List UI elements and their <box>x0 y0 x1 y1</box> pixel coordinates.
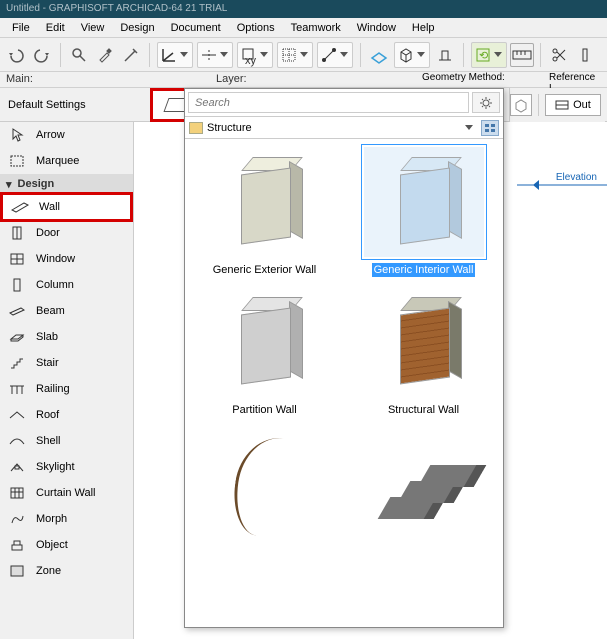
dimension-dropdown[interactable]: xy <box>237 42 273 68</box>
column-icon <box>8 278 26 292</box>
menu-document[interactable]: Document <box>163 20 229 36</box>
curtain-wall-icon <box>8 486 26 500</box>
cube-dropdown[interactable] <box>394 42 430 68</box>
tool-stair[interactable]: Stair <box>0 350 133 376</box>
favorites-grid: Generic Exterior Wall Generic Interior W… <box>185 139 503 627</box>
favorites-settings-button[interactable] <box>472 92 500 113</box>
syringe-icon[interactable] <box>119 43 143 67</box>
folder-name: Structure <box>207 122 461 134</box>
menu-window[interactable]: Window <box>349 20 404 36</box>
tool-roof[interactable]: Roof <box>0 402 133 428</box>
tool-object[interactable]: Object <box>0 532 133 558</box>
ruler-icon[interactable] <box>510 43 534 67</box>
tool-curtain-wall[interactable]: Curtain Wall <box>0 480 133 506</box>
plane-icon[interactable] <box>367 43 391 67</box>
scissors-icon[interactable] <box>547 43 571 67</box>
folder-icon <box>189 122 203 134</box>
menu-design[interactable]: Design <box>112 20 162 36</box>
zone-icon <box>8 564 26 578</box>
label-geometry: Geometry Method: <box>422 72 505 83</box>
favorites-folder-dropdown[interactable]: Structure <box>185 117 503 139</box>
svg-text:xy: xy <box>245 55 257 67</box>
svg-text:⟲: ⟲ <box>479 50 488 62</box>
menu-teamwork[interactable]: Teamwork <box>283 20 349 36</box>
favorite-partition-wall[interactable]: Partition Wall <box>190 287 340 417</box>
door-icon <box>8 226 26 240</box>
favorite-curved-wall[interactable] <box>190 427 340 555</box>
main-toolbar: xy ⟲ <box>0 38 607 72</box>
marquee-icon <box>8 154 26 168</box>
roof-icon <box>8 408 26 422</box>
suspend-dropdown[interactable]: ⟲ <box>471 42 507 68</box>
favorite-generic-interior-wall[interactable]: Generic Interior Wall <box>349 147 499 277</box>
tool-morph[interactable]: Morph <box>0 506 133 532</box>
menu-view[interactable]: View <box>73 20 113 36</box>
window-titlebar: Untitled - GRAPHISOFT ARCHICAD-64 21 TRI… <box>0 0 607 18</box>
favorite-generic-exterior-wall[interactable]: Generic Exterior Wall <box>190 147 340 277</box>
find-select-icon[interactable] <box>67 43 91 67</box>
slab-icon <box>8 330 26 344</box>
railing-icon <box>8 382 26 396</box>
elevation-icon[interactable] <box>433 43 457 67</box>
tool-arrow[interactable]: Arrow <box>0 122 133 148</box>
favorites-popup: Structure Generic Exterior Wall Generic … <box>184 88 504 628</box>
tool-window[interactable]: Window <box>0 246 133 272</box>
window-icon <box>8 252 26 266</box>
menu-edit[interactable]: Edit <box>38 20 73 36</box>
skylight-icon <box>8 460 26 474</box>
menu-help[interactable]: Help <box>404 20 443 36</box>
shell-icon <box>8 434 26 448</box>
tool-skylight[interactable]: Skylight <box>0 454 133 480</box>
toolbox-panel: Arrow Marquee ▾ Design Wall Door Window … <box>0 122 134 639</box>
tool-wall[interactable]: Wall <box>0 192 133 222</box>
morph-icon <box>8 512 26 526</box>
offset-dropdown[interactable] <box>197 42 233 68</box>
favorite-block-wall[interactable] <box>349 427 499 555</box>
label-main: Main: <box>0 72 150 87</box>
chevron-down-icon: ▾ <box>6 178 12 191</box>
gear-icon <box>479 96 493 110</box>
toolbox-section-design[interactable]: ▾ Design <box>0 174 133 194</box>
chevron-down-icon <box>465 125 473 130</box>
menubar: File Edit View Design Document Options T… <box>0 18 607 38</box>
tool-column[interactable]: Column <box>0 272 133 298</box>
tool-shell[interactable]: Shell <box>0 428 133 454</box>
snap-dropdown[interactable] <box>317 42 353 68</box>
outline-button[interactable]: Out <box>545 94 601 116</box>
wall-icon <box>11 200 29 214</box>
grid-dropdown[interactable] <box>277 42 313 68</box>
trim-icon[interactable] <box>573 43 597 67</box>
3d-preview-icon[interactable] <box>510 94 532 116</box>
beam-icon <box>8 304 26 318</box>
reference-line-controls: Out <box>509 88 605 122</box>
menu-options[interactable]: Options <box>229 20 283 36</box>
default-settings-button[interactable]: Default Settings <box>0 99 150 111</box>
tool-marquee[interactable]: Marquee <box>0 148 133 174</box>
outline-label: Out <box>573 99 591 111</box>
stair-icon <box>8 356 26 370</box>
favorite-structural-wall[interactable]: Structural Wall <box>349 287 499 417</box>
undo-icon[interactable] <box>4 43 28 67</box>
tool-beam[interactable]: Beam <box>0 298 133 324</box>
arrow-icon <box>8 128 26 142</box>
angle-dropdown[interactable] <box>157 42 193 68</box>
menu-file[interactable]: File <box>4 20 38 36</box>
tool-zone[interactable]: Zone <box>0 558 133 584</box>
favorites-search-input[interactable] <box>188 92 469 113</box>
info-labels-row: Main: Layer: <box>0 72 607 88</box>
eyedropper-icon[interactable] <box>93 43 117 67</box>
tool-railing[interactable]: Railing <box>0 376 133 402</box>
object-icon <box>8 538 26 552</box>
tool-slab[interactable]: Slab <box>0 324 133 350</box>
view-mode-button[interactable] <box>481 120 499 136</box>
tool-door[interactable]: Door <box>0 220 133 246</box>
label-layer: Layer: <box>210 72 410 87</box>
redo-icon[interactable] <box>30 43 54 67</box>
